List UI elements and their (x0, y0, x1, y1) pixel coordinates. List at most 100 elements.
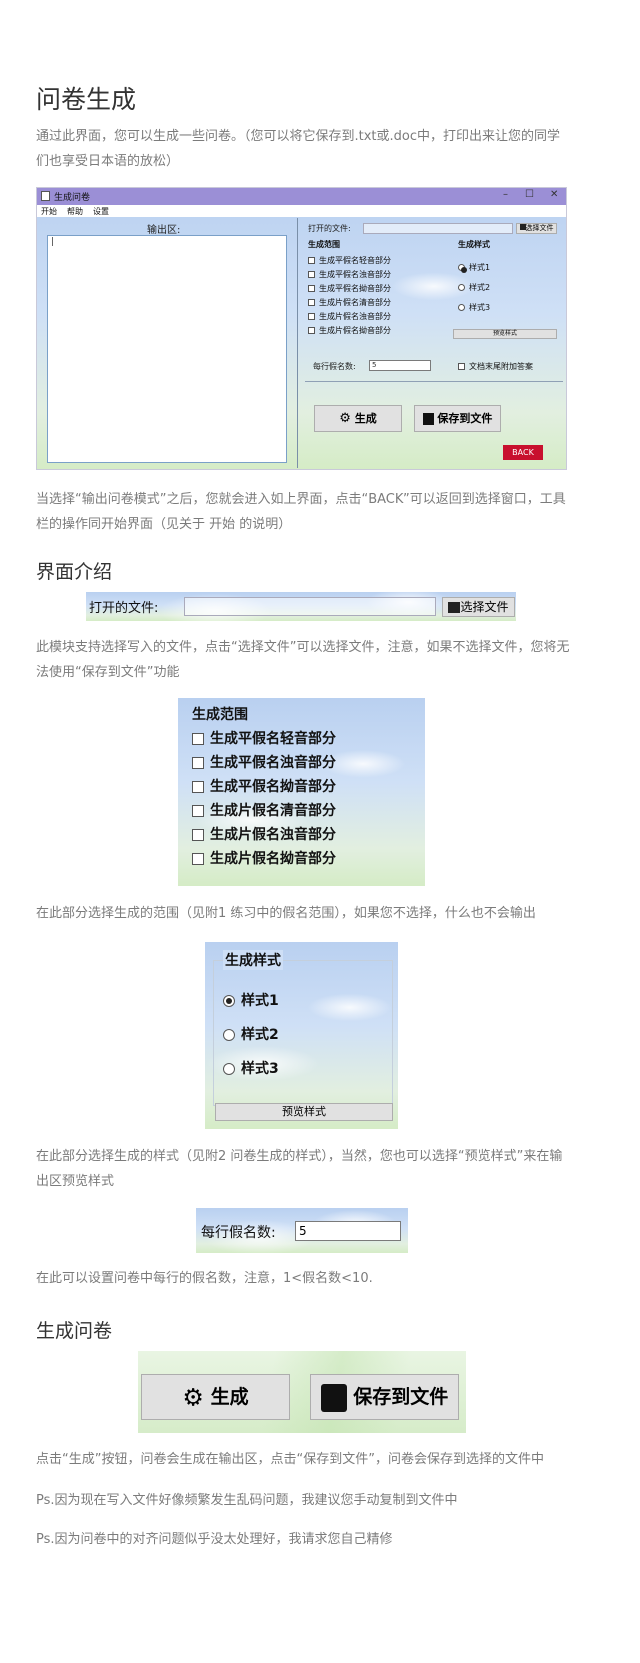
range-description: 在此部分选择生成的范围（见附1 练习中的假名范围），如果您不选择，什么也不会输出 (36, 906, 536, 921)
menu-settings[interactable]: 设置 (93, 206, 109, 217)
radio-selected-icon (458, 264, 467, 273)
file-panel-screenshot: 打开的文件: 选择文件 (86, 592, 516, 621)
window-titlebar: 生成问卷 – ☐ ✕ (37, 188, 566, 205)
checkbox-icon (308, 299, 315, 306)
save-to-file-button[interactable]: 保存到文件 (310, 1374, 459, 1420)
per-line-input[interactable]: 5 (295, 1221, 401, 1241)
page-title: 问卷生成 (36, 85, 137, 114)
back-button[interactable]: BACK (503, 445, 543, 460)
range-title: 生成范围 (192, 707, 248, 723)
ps-encoding-note: Ps.因为现在写入文件好像频繁发生乱码问题，我建议您手动复制到文件中 (36, 1493, 458, 1508)
output-label: 输出区: (147, 225, 181, 236)
open-file-label: 打开的文件: (89, 601, 159, 616)
intro-paragraph: 通过此界面，您可以生成一些问卷。（您可以将它保存到.txt或.doc中，打印出来… (36, 129, 561, 169)
radio-icon (458, 304, 465, 311)
generate-button[interactable]: ⚙ 生成 (314, 405, 402, 432)
range-option[interactable]: 生成片假名拗音部分 (308, 324, 391, 338)
checkbox-icon (308, 257, 315, 264)
style-title: 生成样式 (223, 950, 283, 970)
separator (305, 381, 563, 382)
minimize-icon[interactable]: – (503, 189, 508, 200)
append-answer-option[interactable]: 文档末尾附加答案 (458, 361, 533, 372)
range-option[interactable]: 生成平假名拗音部分 (192, 775, 336, 799)
window-menubar: 开始 帮助 设置 (37, 205, 566, 217)
open-file-field[interactable] (184, 597, 436, 616)
style-list: 样式1 样式2 样式3 (223, 984, 279, 1086)
radio-icon (458, 284, 465, 291)
panel-divider (297, 218, 298, 468)
range-option[interactable]: 生成片假名清音部分 (192, 799, 336, 823)
checkbox-icon (192, 853, 204, 865)
per-line-panel-screenshot: 每行假名数: 5 (196, 1208, 408, 1253)
ps-alignment-note: Ps.因为问卷中的对齐问题似乎没太处理好，我请求您自己精修 (36, 1532, 393, 1547)
output-textarea[interactable]: | (47, 235, 287, 463)
menu-help[interactable]: 帮助 (67, 206, 83, 217)
checkbox-icon (308, 285, 315, 292)
checkbox-icon (192, 757, 204, 769)
generate-description: 点击“生成”按钮，问卷会生成在输出区，点击“保存到文件”，问卷会保存到选择的文件… (36, 1452, 544, 1467)
choose-file-button[interactable]: 选择文件 (442, 597, 515, 617)
range-panel-screenshot: 生成范围 生成平假名轻音部分 生成平假名浊音部分 生成平假名拗音部分 生成片假名… (178, 698, 425, 886)
window-title: 生成问卷 (54, 193, 91, 203)
style-panel-screenshot: 生成样式 样式1 样式2 样式3 预览样式 (205, 942, 398, 1129)
open-file-label: 打开的文件: (308, 224, 351, 233)
app-window-screenshot: 生成问卷 – ☐ ✕ 开始 帮助 设置 输出区: | 打开的文件: 选择文件 生… (36, 187, 567, 470)
per-line-input[interactable]: 5 (369, 360, 431, 371)
save-to-file-button[interactable]: 保存到文件 (414, 405, 501, 432)
generate-button[interactable]: ⚙ 生成 (141, 1374, 290, 1420)
radio-icon (223, 1063, 235, 1075)
folder-icon (448, 602, 461, 613)
save-icon (422, 413, 434, 425)
style-option[interactable]: 样式3 (223, 1052, 279, 1086)
range-option[interactable]: 生成平假名浊音部分 (192, 751, 336, 775)
generate-panel-screenshot: ⚙ 生成 保存到文件 (138, 1351, 466, 1433)
range-option[interactable]: 生成平假名轻音部分 (308, 254, 391, 268)
file-description: 此模块支持选择写入的文件，点击“选择文件”可以选择文件，注意，如果不选择文件，您… (36, 640, 570, 680)
checkbox-icon (308, 313, 315, 320)
style-option[interactable]: 样式2 (458, 278, 490, 298)
style-list: 样式1 样式2 样式3 (458, 258, 490, 318)
save-icon (320, 1383, 347, 1412)
section-interface-heading: 界面介绍 (36, 561, 113, 583)
checkbox-icon (192, 805, 204, 817)
choose-file-button[interactable]: 选择文件 (516, 223, 557, 234)
per-line-label: 每行假名数: (201, 1225, 276, 1241)
range-option[interactable]: 生成片假名浊音部分 (192, 823, 336, 847)
range-list: 生成平假名轻音部分 生成平假名浊音部分 生成平假名拗音部分 生成片假名清音部分 … (308, 254, 391, 338)
style-option[interactable]: 样式1 (223, 984, 279, 1018)
gears-icon: ⚙ (182, 1383, 204, 1412)
per-line-label: 每行假名数: (313, 362, 356, 371)
range-option[interactable]: 生成片假名拗音部分 (192, 847, 336, 871)
range-list: 生成平假名轻音部分 生成平假名浊音部分 生成平假名拗音部分 生成片假名清音部分 … (192, 727, 336, 871)
range-option[interactable]: 生成片假名清音部分 (308, 296, 391, 310)
range-option[interactable]: 生成片假名浊音部分 (308, 310, 391, 324)
per-line-description: 在此可以设置问卷中每行的假名数，注意，1<假名数<10. (36, 1271, 373, 1286)
preview-style-button[interactable]: 预览样式 (215, 1103, 393, 1121)
window-app-icon (41, 191, 50, 201)
window-description: 当选择“输出问卷模式”之后，您就会进入如上界面，点击“BACK”可以返回到选择窗… (36, 492, 566, 532)
style-option[interactable]: 样式3 (458, 298, 490, 318)
style-option[interactable]: 样式2 (223, 1018, 279, 1052)
checkbox-icon (308, 327, 315, 334)
open-file-field[interactable] (363, 223, 513, 234)
menu-start[interactable]: 开始 (41, 206, 57, 217)
checkbox-icon (458, 363, 465, 370)
gears-icon: ⚙ (339, 411, 351, 426)
maximize-icon[interactable]: ☐ (525, 189, 534, 200)
range-option[interactable]: 生成平假名拗音部分 (308, 282, 391, 296)
checkbox-icon (192, 829, 204, 841)
style-option[interactable]: 样式1 (458, 258, 490, 278)
section-generate-heading: 生成问卷 (36, 1320, 113, 1342)
preview-style-button[interactable]: 预览样式 (453, 329, 557, 339)
close-icon[interactable]: ✕ (550, 189, 558, 200)
radio-icon (223, 1029, 235, 1041)
range-option[interactable]: 生成平假名浊音部分 (308, 268, 391, 282)
style-description: 在此部分选择生成的样式（见附2 问卷生成的样式），当然，您也可以选择“预览样式”… (36, 1149, 563, 1189)
checkbox-icon (308, 271, 315, 278)
checkbox-icon (192, 733, 204, 745)
style-title: 生成样式 (458, 240, 490, 249)
radio-selected-icon (223, 995, 235, 1007)
range-option[interactable]: 生成平假名轻音部分 (192, 727, 336, 751)
checkbox-icon (192, 781, 204, 793)
range-title: 生成范围 (308, 240, 340, 249)
